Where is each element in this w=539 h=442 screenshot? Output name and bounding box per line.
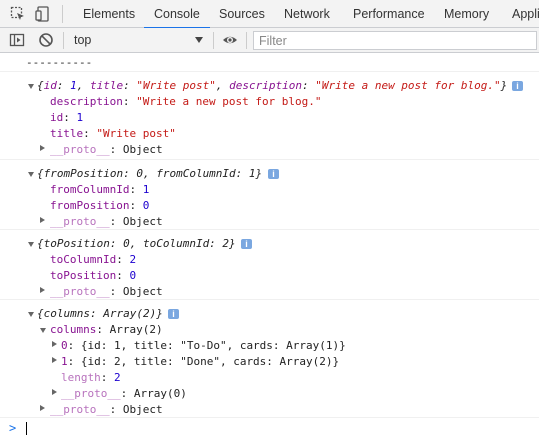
tab-elements[interactable]: Elements — [83, 0, 135, 28]
prompt-chevron-icon: > — [9, 421, 17, 435]
device-toolbar-icon[interactable] — [35, 6, 51, 22]
tab-console[interactable]: Console — [144, 0, 210, 29]
toolbar-separator — [246, 32, 247, 49]
context-selector[interactable]: top — [74, 28, 91, 52]
console-toolbar: top — [0, 28, 539, 53]
object-property[interactable]: columns: Array(2) — [50, 322, 163, 338]
expand-arrow-icon[interactable] — [52, 341, 57, 347]
proto-property[interactable]: __proto__: Object — [50, 142, 163, 158]
toolbar-separator — [63, 32, 64, 49]
proto-property[interactable]: __proto__: Object — [50, 214, 163, 230]
array-item[interactable]: 0: {id: 1, title: "To-Do", cards: Array(… — [61, 338, 346, 354]
array-length: length: 2 — [61, 371, 121, 384]
tab-application[interactable]: Appli — [512, 0, 539, 28]
expand-arrow-icon[interactable] — [52, 389, 57, 395]
expand-arrow-icon[interactable] — [40, 145, 45, 151]
object-property: toColumnId: 2 — [50, 253, 137, 266]
expand-arrow-icon[interactable] — [40, 405, 45, 411]
chevron-down-icon[interactable] — [195, 37, 203, 43]
expand-arrow-icon[interactable] — [52, 357, 57, 363]
sidebar-toggle-icon[interactable] — [9, 32, 25, 48]
object-property: fromPosition: 0 — [50, 199, 150, 212]
console-message: ---------- — [0, 54, 539, 72]
object-property: fromColumnId: 1 — [50, 183, 150, 196]
array-item[interactable]: 1: {id: 2, title: "Done", cards: Array(2… — [61, 354, 339, 370]
info-icon[interactable]: i — [268, 169, 279, 179]
expand-arrow-icon[interactable] — [40, 287, 45, 293]
tab-separator — [62, 5, 63, 23]
text-caret — [26, 422, 27, 435]
devtools-tab-bar: Elements Console Sources Network Perform… — [0, 0, 539, 29]
expand-arrow-icon[interactable] — [28, 312, 34, 317]
clear-console-icon[interactable] — [38, 32, 54, 48]
expand-arrow-icon[interactable] — [40, 217, 45, 223]
info-icon[interactable]: i — [512, 81, 523, 91]
tab-memory[interactable]: Memory — [444, 0, 489, 28]
console-output: ---------- {id: 1, title: "Write post", … — [0, 54, 539, 442]
object-summary[interactable]: {toPosition: 0, toColumnId: 2} — [37, 236, 236, 252]
filter-input[interactable] — [253, 31, 537, 50]
proto-property[interactable]: __proto__: Array(0) — [61, 386, 187, 402]
console-message: {fromPosition: 0, fromColumnId: 1} i fro… — [0, 160, 539, 230]
expand-arrow-icon[interactable] — [28, 84, 34, 89]
console-message: {toPosition: 0, toColumnId: 2} i toColum… — [0, 230, 539, 300]
object-property: id: 1 — [50, 111, 84, 124]
object-property: description: "Write a new post for blog.… — [50, 95, 322, 108]
info-icon[interactable]: i — [241, 239, 252, 249]
expand-arrow-icon[interactable] — [28, 172, 34, 177]
console-message: {id: 1, title: "Write post", description… — [0, 72, 539, 160]
console-message: {columns: Array(2)} i columns: Array(2) … — [0, 300, 539, 418]
info-icon[interactable]: i — [168, 309, 179, 319]
proto-property[interactable]: __proto__: Object — [50, 284, 163, 300]
message-text: ---------- — [26, 56, 93, 69]
object-summary[interactable]: {fromPosition: 0, fromColumnId: 1} — [37, 166, 262, 182]
object-summary[interactable]: {id: 1, title: "Write post", description… — [37, 78, 507, 94]
toolbar-separator — [213, 32, 214, 49]
object-property: toPosition: 0 — [50, 269, 137, 282]
expand-arrow-icon[interactable] — [40, 328, 46, 333]
tab-network[interactable]: Network — [284, 0, 330, 28]
live-expression-icon[interactable] — [222, 32, 238, 48]
console-prompt[interactable]: > — [0, 416, 539, 442]
expand-arrow-icon[interactable] — [28, 242, 34, 247]
object-summary[interactable]: {columns: Array(2)} — [37, 306, 163, 322]
tab-performance[interactable]: Performance — [353, 0, 425, 28]
inspect-element-icon[interactable] — [10, 6, 26, 22]
object-property: title: "Write post" — [50, 127, 176, 140]
tab-sources[interactable]: Sources — [219, 0, 265, 28]
